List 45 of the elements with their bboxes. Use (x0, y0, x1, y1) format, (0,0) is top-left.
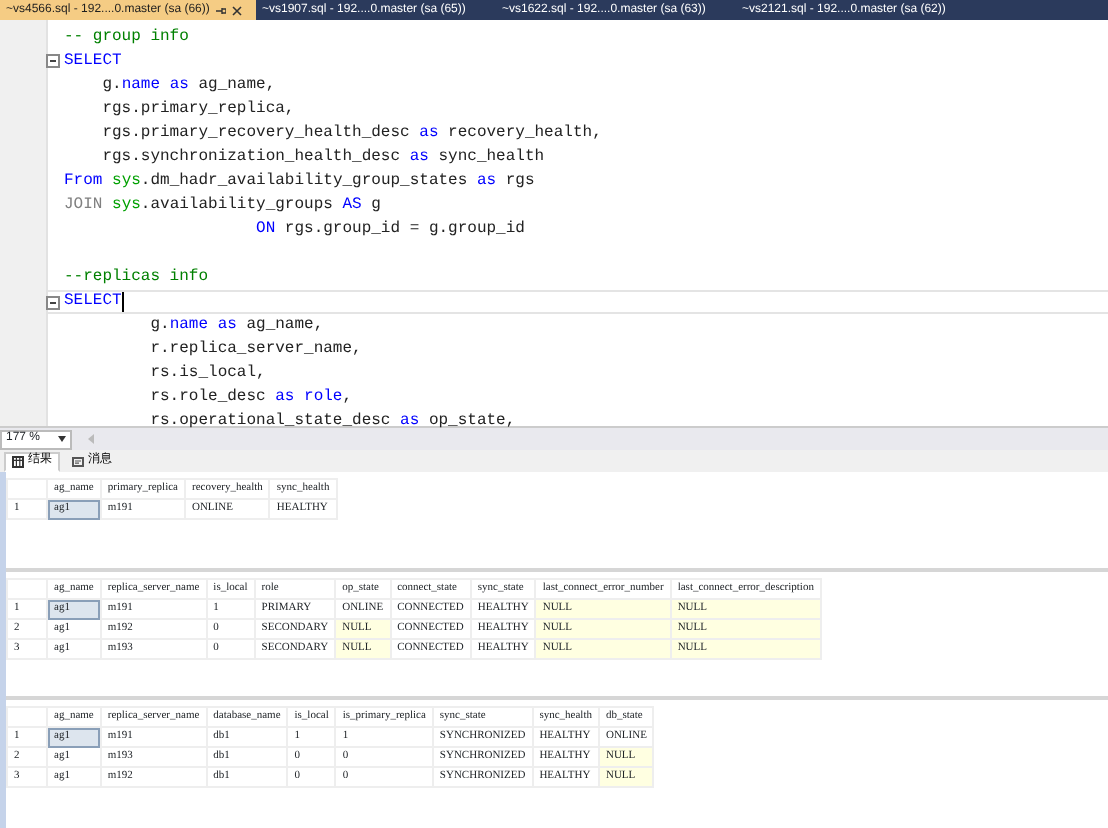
code-token: SELECT (64, 290, 122, 314)
grid-icon (12, 455, 24, 467)
code-token: , (342, 386, 353, 410)
code-token: From (64, 170, 105, 194)
code-token: rs.operational_state_desc (148, 410, 393, 434)
code-token: ON (254, 218, 276, 242)
code-token: sys (112, 170, 141, 194)
code-token: rgs.group_id = g.group_id (282, 218, 525, 242)
code-token: as (476, 170, 497, 194)
code-token: g. (148, 314, 170, 338)
code-token: rgs (503, 170, 535, 194)
collapse-icon[interactable] (46, 296, 60, 310)
close-icon[interactable] (231, 5, 242, 15)
code-token: SELECT (64, 50, 122, 74)
code-token: AS (342, 194, 362, 218)
collapse-icon[interactable] (46, 54, 60, 68)
code-token: rs.role_desc (148, 386, 268, 410)
code-token: --replicas info (64, 266, 209, 290)
text-cursor (121, 292, 124, 312)
code-token: r.replica_server_name, (148, 338, 362, 362)
code-token: sync_health (436, 146, 545, 170)
code-token: .dm_hadr_availability_group_states (140, 170, 470, 194)
code-token: g (369, 194, 381, 218)
code-token: as role (275, 386, 343, 410)
code-token: name as (121, 74, 189, 98)
code-token: recovery_health, (446, 122, 602, 146)
code-token: rs.is_local, (148, 362, 266, 386)
code-token: sys (112, 194, 141, 218)
pin-icon[interactable] (215, 5, 226, 15)
code-token: rgs.synchronization_health_desc (100, 146, 403, 170)
code-token: .availability_groups (140, 194, 335, 218)
code-token: op_state, (426, 410, 516, 434)
code-token: ag_name, (196, 74, 276, 98)
message-icon (72, 455, 84, 467)
code-token: JOIN (64, 194, 105, 218)
code-token: rgs.primary_recovery_health_desc (100, 122, 412, 146)
code-token: as (419, 122, 439, 146)
caret-icon[interactable] (58, 436, 66, 442)
code-token: g. (100, 74, 122, 98)
code-token: as (400, 410, 420, 434)
code-token: name as (169, 314, 237, 338)
code-token: -- group info (64, 26, 189, 50)
code-token: ag_name, (244, 314, 324, 338)
code-token: as (409, 146, 429, 170)
code-token: rgs.primary_replica, (100, 98, 295, 122)
